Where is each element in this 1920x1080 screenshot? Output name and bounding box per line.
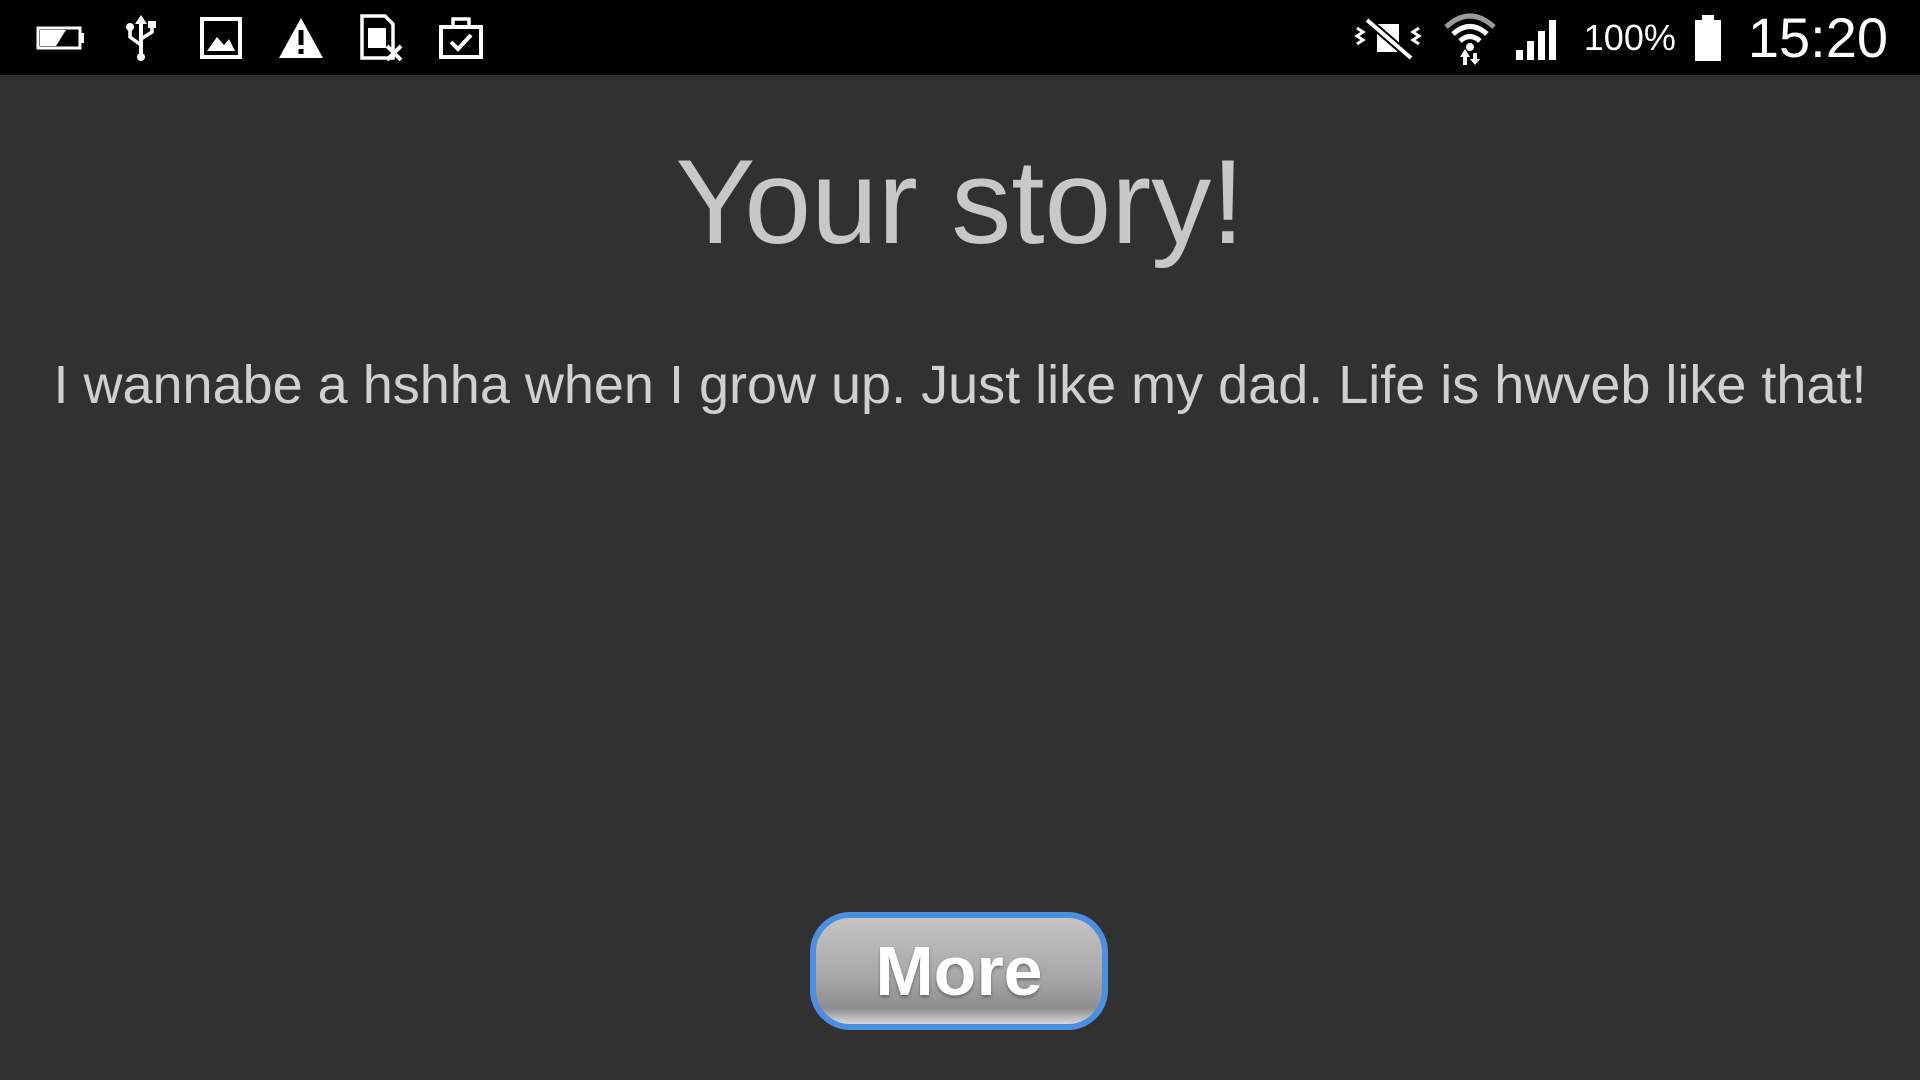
page-title: Your story! xyxy=(675,135,1245,269)
battery-saver-icon xyxy=(36,13,86,63)
system-status-icons: 100% 15:20 xyxy=(1352,0,1888,75)
story-text: I wannabe a hshha when I grow up. Just l… xyxy=(53,355,1867,415)
app-screen: 100% 15:20 Your story! I wannabe a hshha… xyxy=(0,0,1920,1080)
status-bar: 100% 15:20 xyxy=(0,0,1920,75)
gallery-icon xyxy=(196,13,246,63)
notification-icons xyxy=(36,10,486,65)
sim-card-x-icon xyxy=(356,13,406,63)
usb-icon xyxy=(116,13,166,63)
battery-icon xyxy=(1692,13,1724,63)
briefcase-check-icon xyxy=(436,13,486,63)
mute-icon xyxy=(1352,13,1426,63)
signal-icon xyxy=(1514,13,1564,63)
more-button-label: More xyxy=(875,932,1043,1010)
more-button[interactable]: More xyxy=(810,912,1108,1030)
status-clock: 15:20 xyxy=(1747,6,1888,69)
warning-icon xyxy=(276,13,326,63)
battery-percentage: 100% xyxy=(1583,16,1676,58)
wifi-icon xyxy=(1442,13,1498,65)
